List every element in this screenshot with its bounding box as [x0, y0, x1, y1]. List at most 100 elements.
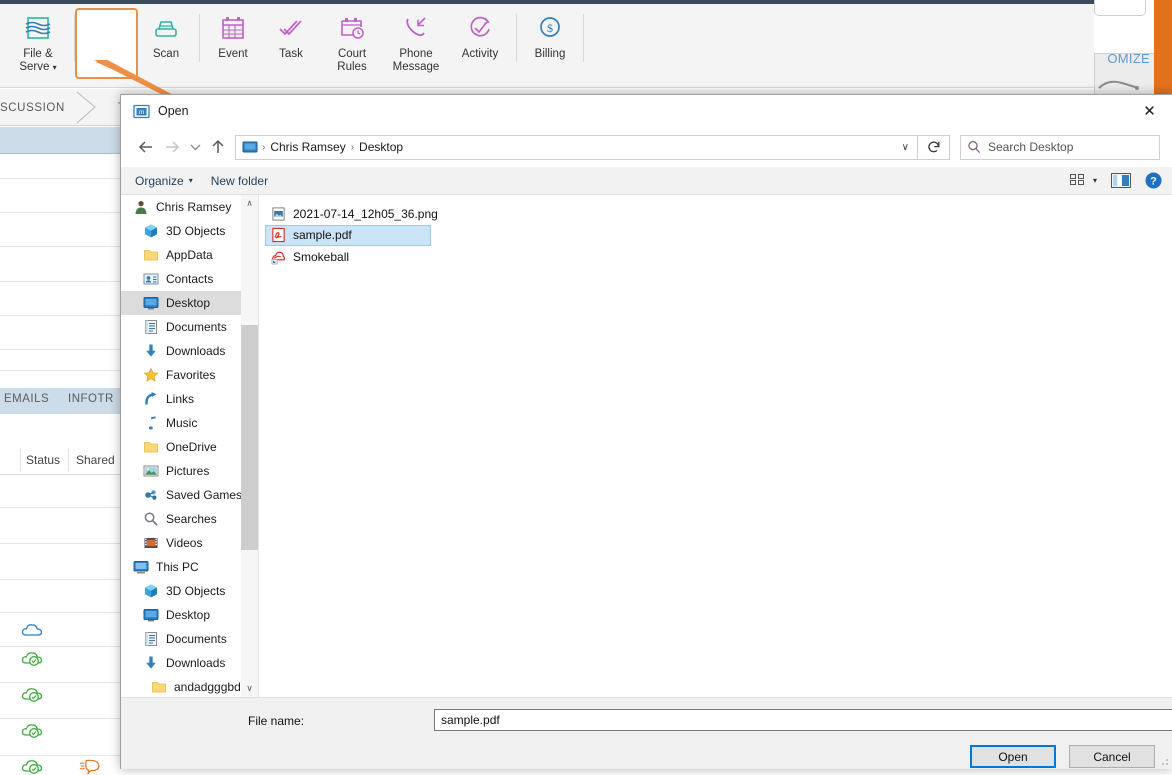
tree-item-3d-objects[interactable]: 3D Objects — [121, 219, 241, 243]
png-image-file-icon — [271, 206, 286, 222]
activity-clock-icon — [465, 10, 495, 46]
preview-pane-icon[interactable] — [1111, 173, 1131, 188]
chevron-down-icon: ▾ — [1093, 176, 1097, 185]
cloud-icon — [20, 621, 44, 639]
tree-item-this-pc[interactable]: This PC — [121, 555, 241, 579]
tree-item-desktop[interactable]: Desktop — [121, 603, 241, 627]
file-item[interactable]: sample.pdf — [265, 225, 431, 246]
file-item-label: sample.pdf — [293, 228, 352, 242]
tree-item-downloads[interactable]: Downloads — [121, 651, 241, 675]
tree-item-label: Contacts — [166, 272, 213, 286]
ribbon-label-task: Task — [279, 48, 303, 61]
open-file-dialog: m Open ✕ › Chris Ramsey › Desktop ∨ — [120, 94, 1172, 769]
breadcrumb-separator: › — [260, 142, 267, 153]
panel-swoosh-icon — [1098, 78, 1142, 90]
ribbon-button-scan[interactable]: Scan — [137, 4, 195, 61]
file-list-pane[interactable]: 2021-07-14_12h05_36.png sample.pdf Smokeba… — [259, 195, 1172, 697]
open-button[interactable]: Open — [970, 745, 1056, 768]
view-layout-icon — [1070, 174, 1086, 188]
tree-item-links[interactable]: Links — [121, 387, 241, 411]
tree-item-searches[interactable]: Searches — [121, 507, 241, 531]
address-dropdown-icon[interactable]: ∨ — [902, 142, 909, 153]
column-divider — [20, 449, 21, 471]
tree-item-label: andadgggbda — [174, 680, 247, 694]
tree-item-onedrive[interactable]: OneDrive — [121, 435, 241, 459]
tree-item-saved-games[interactable]: Saved Games — [121, 483, 241, 507]
ribbon-button-court-rules[interactable]: CourtRules — [320, 4, 384, 74]
app-section-tab-emails[interactable]: EMAILS — [4, 393, 49, 405]
resize-grip-icon[interactable] — [1159, 756, 1169, 766]
organize-button[interactable]: Organize ▾ — [135, 174, 193, 188]
ribbon-button-billing[interactable]: $ Billing — [521, 4, 579, 61]
app-tab-discussion-label: SCUSSION — [0, 102, 65, 114]
dialog-title-bar: m Open ✕ — [121, 95, 1172, 127]
tree-item-label: Searches — [166, 512, 217, 526]
scroll-up-icon[interactable]: ∧ — [241, 195, 258, 212]
app-tab-discussion[interactable]: SCUSSION — [0, 89, 65, 126]
column-header-status: Status — [26, 453, 60, 467]
ribbon-button-event[interactable]: Event — [204, 4, 262, 61]
new-folder-label: New folder — [211, 174, 268, 188]
tree-item-chris-ramsey[interactable]: Chris Ramsey — [121, 195, 241, 219]
tree-item-documents[interactable]: Documents — [121, 627, 241, 651]
file-serve-icon — [23, 10, 53, 46]
downloads-icon — [143, 343, 159, 359]
ribbon-button-phone-message[interactable]: PhoneMessage — [384, 4, 448, 74]
filename-value: sample.pdf — [441, 713, 500, 727]
filename-input[interactable]: sample.pdf ∨ — [434, 709, 1172, 731]
navigation-tree-list: Chris Ramsey3D ObjectsAppDataContactsDes… — [121, 195, 241, 697]
tree-scrollbar[interactable]: ∧ ∨ — [241, 195, 258, 697]
refresh-icon[interactable] — [918, 135, 950, 160]
ribbon-label-phone-message: PhoneMessage — [393, 48, 440, 74]
address-bar[interactable]: › Chris Ramsey › Desktop ∨ — [235, 135, 918, 160]
tree-item-music[interactable]: Music — [121, 411, 241, 435]
scrollbar-thumb[interactable] — [241, 325, 258, 550]
ribbon-button-import[interactable]: Import ▾ — [79, 4, 137, 69]
file-item[interactable]: Smokeball — [265, 246, 357, 267]
folder-icon — [143, 247, 159, 263]
new-folder-button[interactable]: New folder — [211, 174, 268, 188]
comment-icon — [78, 757, 102, 775]
arrow-up-icon[interactable] — [205, 134, 231, 160]
pdf-file-icon — [271, 227, 286, 243]
ribbon-button-file-serve[interactable]: File &Serve ▾ — [6, 4, 70, 74]
desktop-icon — [143, 295, 159, 311]
breadcrumb-desktop[interactable]: Desktop — [356, 140, 406, 154]
tree-item-3d-objects[interactable]: 3D Objects — [121, 579, 241, 603]
search-input[interactable]: Search Desktop — [960, 135, 1160, 160]
scroll-down-icon[interactable]: ∨ — [241, 680, 258, 697]
chevron-down-icon[interactable] — [185, 134, 205, 160]
tab-chevron-divider — [75, 91, 97, 124]
arrow-left-icon[interactable] — [133, 134, 159, 160]
tree-item-appdata[interactable]: AppData — [121, 243, 241, 267]
tree-item-label: This PC — [156, 560, 199, 574]
user-icon — [133, 199, 149, 215]
tree-item-videos[interactable]: Videos — [121, 531, 241, 555]
phone-incoming-icon — [401, 10, 431, 46]
app-section-tab-infotrack[interactable]: INFOTR — [68, 393, 114, 405]
tree-item-desktop[interactable]: Desktop — [121, 291, 241, 315]
arrow-right-icon — [159, 134, 185, 160]
cancel-button[interactable]: Cancel — [1069, 745, 1155, 768]
tree-item-contacts[interactable]: Contacts — [121, 267, 241, 291]
ribbon-button-task[interactable]: Task — [262, 4, 320, 61]
tree-item-favorites[interactable]: Favorites — [121, 363, 241, 387]
tree-item-label: Saved Games — [166, 488, 242, 502]
tree-item-downloads[interactable]: Downloads — [121, 339, 241, 363]
tree-item-andadgggbda[interactable]: andadgggbda — [121, 675, 241, 697]
tree-item-pictures[interactable]: Pictures — [121, 459, 241, 483]
cloud-synced-icon — [20, 649, 44, 667]
file-item[interactable]: 2021-07-14_12h05_36.png — [265, 203, 446, 224]
downloads-icon — [143, 655, 159, 671]
tree-item-documents[interactable]: Documents — [121, 315, 241, 339]
ribbon-button-activity[interactable]: Activity — [448, 4, 512, 61]
pictures-icon — [143, 463, 159, 479]
tree-item-label: 3D Objects — [166, 584, 225, 598]
close-icon[interactable]: ✕ — [1127, 95, 1172, 127]
help-icon[interactable]: ? — [1145, 172, 1162, 189]
chevron-down-icon[interactable]: ▾ — [106, 61, 110, 69]
search-icon — [967, 140, 981, 154]
chevron-down-icon: ▾ — [189, 176, 193, 185]
view-options-button[interactable]: ▾ — [1070, 174, 1097, 188]
breadcrumb-chris-ramsey[interactable]: Chris Ramsey — [267, 140, 348, 154]
